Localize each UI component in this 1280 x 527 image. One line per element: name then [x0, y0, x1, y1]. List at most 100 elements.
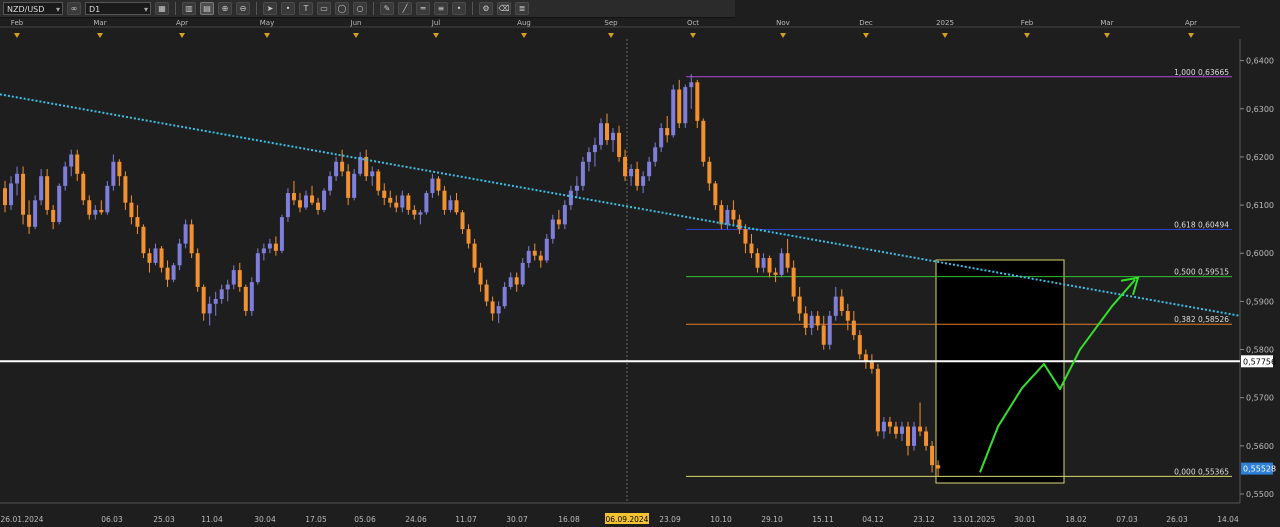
- candle-body: [701, 120, 706, 162]
- candle-body: [924, 431, 929, 446]
- candle-body: [249, 282, 254, 312]
- candle-body: [382, 190, 387, 198]
- link-button[interactable]: ∞: [67, 2, 81, 15]
- candle-body: [346, 171, 351, 198]
- pencil-button[interactable]: ✎: [380, 2, 394, 15]
- eraser-button[interactable]: ⌫: [497, 2, 511, 15]
- candle-body: [562, 205, 567, 225]
- candle-body: [586, 152, 591, 162]
- date-label: 11.04: [201, 515, 223, 524]
- date-label: 30.07: [506, 515, 528, 524]
- dot-button[interactable]: •: [281, 2, 295, 15]
- candle-body: [322, 190, 327, 210]
- month-label: Feb: [11, 19, 24, 27]
- price-tick-label: 0,6200: [1246, 153, 1274, 162]
- candle-body: [912, 426, 917, 446]
- rectangle-button[interactable]: ▭: [317, 2, 331, 15]
- candle-body: [918, 426, 923, 432]
- candle-body: [376, 171, 381, 191]
- line-button[interactable]: ╱: [398, 2, 412, 15]
- candle-body: [598, 123, 603, 145]
- candle-body: [544, 238, 549, 261]
- date-label: 25.03: [153, 515, 175, 524]
- zoom-out-button[interactable]: ⊖: [236, 2, 250, 15]
- date-label: 15.11: [812, 515, 834, 524]
- zoom-out-icon: ⊖: [239, 4, 247, 13]
- ellipse-icon: ◯: [337, 4, 347, 13]
- circle-button[interactable]: ○: [353, 2, 367, 15]
- candle-body: [316, 202, 321, 210]
- date-label: 07.03: [1116, 515, 1138, 524]
- candle-body: [683, 87, 688, 124]
- candle-body: [809, 315, 814, 328]
- toolbar-separator: [472, 2, 473, 15]
- candle-body: [556, 219, 561, 225]
- candle-body: [719, 205, 724, 225]
- fibonacci-icon: ≡: [437, 4, 445, 13]
- candle-body: [183, 224, 188, 244]
- candle-body: [580, 161, 585, 186]
- text-button[interactable]: T: [299, 2, 313, 15]
- candle-body: [93, 209, 98, 215]
- candle-body: [412, 209, 417, 215]
- cursor-button[interactable]: ➤: [263, 2, 277, 15]
- date-label: 30.04: [254, 515, 276, 524]
- candle-body: [623, 156, 628, 177]
- candle-body: [231, 270, 236, 285]
- candle-body: [803, 313, 808, 328]
- month-label: Jul: [431, 19, 441, 27]
- candle-body: [141, 226, 146, 254]
- date-label: 26.03: [1166, 515, 1188, 524]
- candle-body: [87, 200, 92, 215]
- timeframe-select[interactable]: D1: [85, 2, 151, 16]
- candle-body: [255, 253, 260, 283]
- zoom-in-button[interactable]: ⊕: [218, 2, 232, 15]
- candle-body: [466, 229, 471, 244]
- candle-body: [219, 289, 224, 299]
- candle-body: [707, 161, 712, 184]
- candle-body: [273, 243, 278, 251]
- gear-icon: ⚙: [482, 4, 490, 13]
- candle-body: [243, 286, 248, 312]
- text-icon: T: [303, 4, 309, 13]
- candle-body: [514, 277, 519, 285]
- ellipse-button[interactable]: ◯: [335, 2, 349, 15]
- price-chart[interactable]: 0,6400 0,6300 0,6200 0,6100 0,6000 0,5900 0,58…: [0, 19, 1280, 527]
- fibonacci-button[interactable]: ≡: [434, 2, 448, 15]
- toolbar-separator: [373, 2, 374, 15]
- bar-chart-button[interactable]: ▥: [182, 2, 196, 15]
- candle-body: [484, 284, 489, 302]
- candle-body: [881, 421, 886, 432]
- candle-body: [304, 195, 308, 208]
- candle-body: [936, 465, 941, 469]
- date-label: 17.05: [305, 515, 327, 524]
- candle-body: [508, 277, 513, 287]
- candle-body: [448, 200, 453, 210]
- dot-tool-button[interactable]: •: [452, 2, 466, 15]
- candle-body: [195, 253, 200, 287]
- price-tick-label: 0,6100: [1246, 201, 1274, 210]
- candle-body: [201, 286, 206, 314]
- candle-body: [153, 248, 158, 263]
- candle-body: [63, 166, 68, 186]
- symbol-select[interactable]: NZD/USD: [3, 2, 63, 16]
- circle-icon: ○: [356, 4, 364, 13]
- highlight-box[interactable]: [935, 259, 1065, 484]
- candle-chart-button[interactable]: ▤: [200, 2, 214, 15]
- candle-body: [743, 229, 748, 244]
- date-label: 29.10: [761, 515, 783, 524]
- gear-button[interactable]: ⚙: [479, 2, 493, 15]
- candle-body: [3, 188, 7, 206]
- chart-type-button[interactable]: ▦: [155, 2, 169, 15]
- month-label: Mar: [1100, 19, 1113, 27]
- candle-body: [797, 296, 802, 314]
- candle-body: [370, 171, 375, 177]
- toolbar-separator: [256, 2, 257, 15]
- candle-body: [310, 195, 315, 203]
- channel-button[interactable]: ═: [416, 2, 430, 15]
- candle-body: [123, 176, 128, 203]
- candle-body: [478, 267, 483, 285]
- layers-button[interactable]: ≣: [515, 2, 529, 15]
- candle-body: [611, 132, 616, 141]
- chart-type-icon: ▦: [158, 4, 166, 13]
